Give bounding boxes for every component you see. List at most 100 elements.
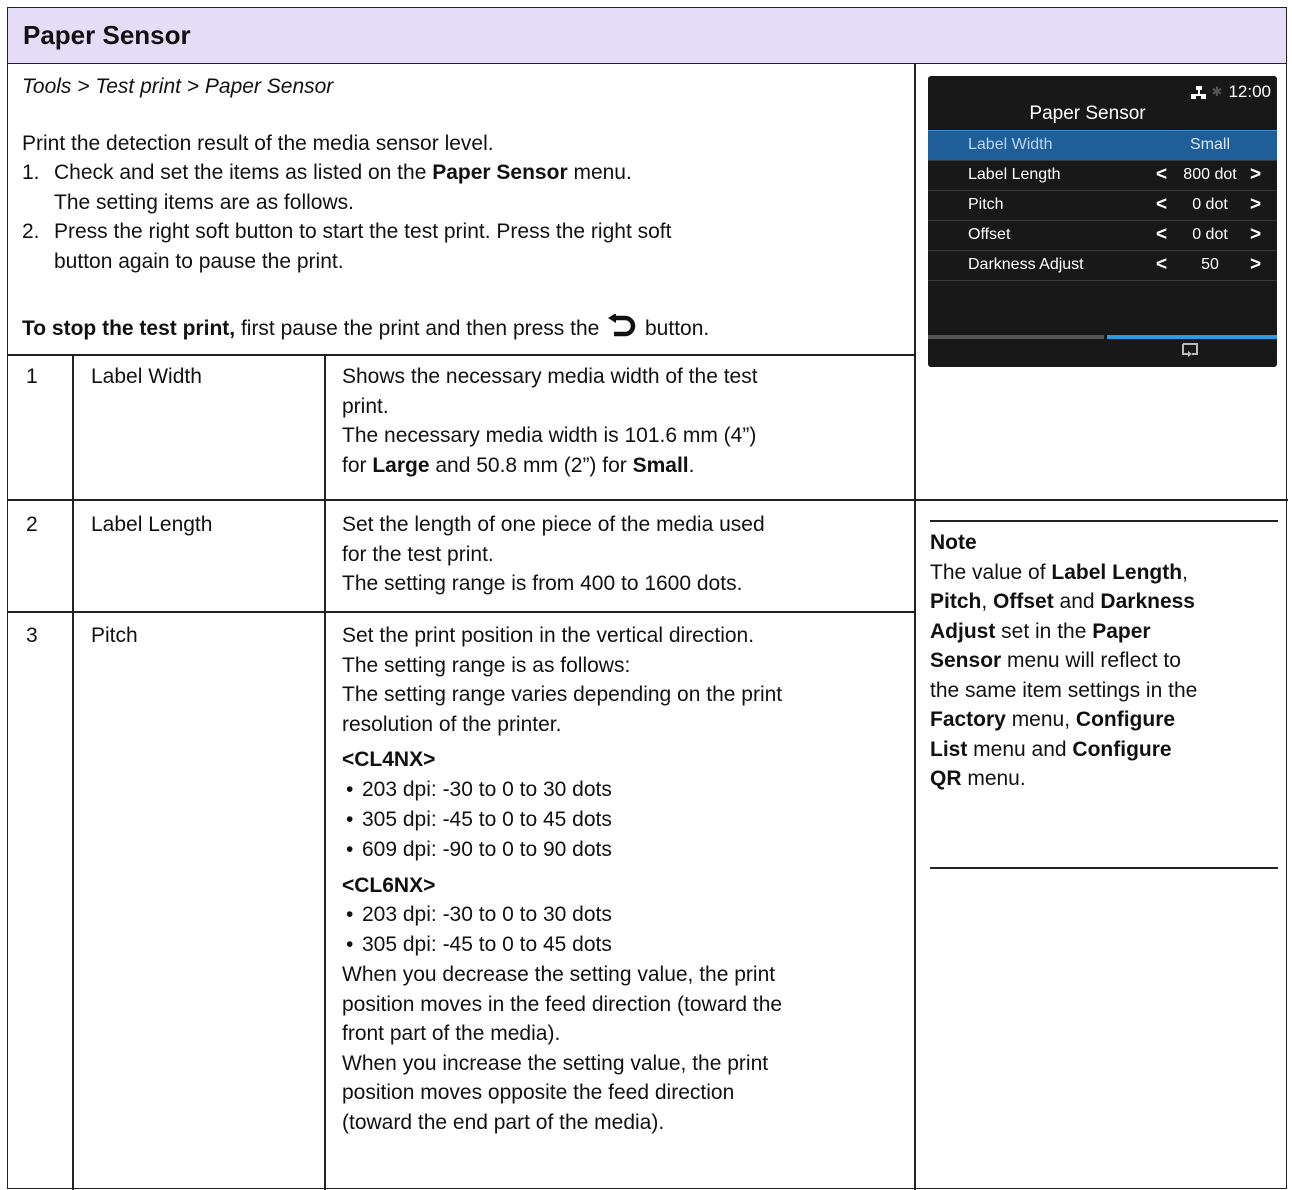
- note-text: set in the: [995, 619, 1093, 643]
- lcd-row-offset[interactable]: Offset < 0 dot >: [928, 220, 1277, 250]
- section-header: Paper Sensor: [8, 8, 1286, 64]
- row-description: Set the print position in the vertical d…: [342, 621, 902, 1137]
- lcd-row-darkness-adjust[interactable]: Darkness Adjust < 50 >: [928, 250, 1277, 281]
- column-divider: [914, 63, 916, 1190]
- table-top-rule: [8, 354, 915, 356]
- row-item-name: Pitch: [91, 624, 138, 647]
- desc-line: The setting range is from 400 to 1600 do…: [342, 572, 743, 595]
- lcd-row-value: 0 dot: [1192, 196, 1228, 213]
- lcd-row-pitch[interactable]: Pitch < 0 dot >: [928, 190, 1277, 220]
- note-line: Adjust set in the Paper: [930, 617, 1280, 647]
- note-bottom-rule: [930, 867, 1278, 869]
- breadcrumb: Tools > Test print > Paper Sensor: [22, 75, 334, 98]
- network-icon: [1190, 85, 1206, 99]
- note-box: Note The value of Label Length, Pitch, O…: [930, 528, 1280, 794]
- note-bold: Sensor: [930, 649, 1002, 672]
- note-heading: Note: [930, 531, 977, 554]
- lcd-row-value: 50: [1201, 256, 1219, 273]
- note-bold: Adjust: [930, 619, 996, 643]
- step-item: 1. Check and set the items as listed on …: [22, 158, 902, 217]
- stop-text: button.: [639, 317, 710, 340]
- dpi-item: 203 dpi: -30 to 0 to 30 dots: [342, 900, 902, 930]
- row-description: Shows the necessary media width of the t…: [342, 362, 902, 480]
- step-text: Press the right soft button to start the…: [54, 220, 672, 243]
- note-bold: Darkness: [1100, 590, 1195, 613]
- chevron-left-icon[interactable]: <: [1156, 194, 1167, 216]
- desc-line: When you increase the setting value, the…: [342, 1051, 769, 1075]
- lcd-row-label: Darkness Adjust: [968, 256, 1084, 273]
- dpi-item: 305 dpi: -45 to 0 to 45 dots: [342, 805, 902, 835]
- lcd-row-label-width[interactable]: Label Width Small: [928, 130, 1277, 160]
- soft-button-right[interactable]: [1107, 335, 1277, 339]
- chevron-left-icon[interactable]: <: [1156, 224, 1167, 246]
- dpi-item: 203 dpi: -30 to 0 to 30 dots: [342, 775, 902, 805]
- desc-bold: Small: [632, 453, 689, 477]
- clock: 12:00: [1228, 82, 1271, 101]
- stop-bold: To stop the test print,: [22, 317, 236, 340]
- chevron-right-icon[interactable]: >: [1250, 164, 1261, 186]
- desc-line: The necessary media width is 101.6 mm (4…: [342, 424, 757, 447]
- note-text: menu.: [961, 767, 1026, 790]
- desc-line: print.: [342, 394, 389, 418]
- note-line: QR menu.: [930, 764, 1280, 794]
- table-col-divider-1: [72, 354, 74, 1190]
- note-bold: Factory: [930, 708, 1006, 731]
- step-number: 2.: [22, 220, 40, 243]
- note-line: The value of Label Length,: [930, 558, 1280, 588]
- row-number: 1: [26, 365, 38, 388]
- note-line: the same item settings in the: [930, 678, 1198, 702]
- note-bold: Pitch: [930, 590, 982, 613]
- test-print-icon: [1182, 343, 1198, 357]
- chevron-right-icon[interactable]: >: [1250, 224, 1261, 246]
- step-bold: Paper Sensor: [432, 161, 568, 184]
- note-bold: QR: [930, 767, 962, 790]
- desc-text: for: [342, 453, 373, 477]
- status-bar: ✱ 12:00: [1190, 82, 1271, 102]
- desc-line: Shows the necessary media width of the t…: [342, 365, 758, 388]
- lcd-row-label-length[interactable]: Label Length < 800 dot >: [928, 160, 1277, 190]
- step-text: The setting items are as follows.: [54, 190, 354, 214]
- step-text: Check and set the items as listed on the: [54, 161, 433, 184]
- row-divider-1: [8, 499, 1288, 501]
- note-text: and: [1053, 590, 1101, 613]
- step-number: 1.: [22, 161, 40, 184]
- stop-instruction: To stop the test print, first pause the …: [22, 313, 710, 344]
- note-bold: Configure: [1072, 737, 1172, 761]
- lcd-title: Paper Sensor: [1029, 103, 1146, 124]
- chevron-left-icon[interactable]: <: [1156, 164, 1167, 186]
- note-text: menu,: [1005, 708, 1076, 731]
- chevron-right-icon[interactable]: >: [1250, 194, 1261, 216]
- dpi-item: 305 dpi: -45 to 0 to 45 dots: [342, 930, 902, 960]
- chevron-right-icon[interactable]: >: [1250, 254, 1261, 276]
- desc-line: Set the print position in the vertical d…: [342, 624, 755, 647]
- section-title: Paper Sensor: [23, 20, 191, 50]
- stop-text: first pause the print and then press the: [235, 317, 606, 340]
- note-bold: Offset: [993, 590, 1054, 613]
- note-line: Sensor menu will reflect to: [930, 646, 1280, 676]
- lcd-row-value: 0 dot: [1192, 226, 1228, 243]
- note-bold: Label Length: [1051, 560, 1183, 584]
- desc-line: The setting range is as follows:: [342, 653, 631, 677]
- step-item: 2. Press the right soft button to start …: [22, 217, 902, 276]
- lcd-row-value: 800 dot: [1183, 166, 1237, 183]
- soft-button-left[interactable]: [928, 335, 1104, 339]
- document-page: Paper Sensor Tools > Test print > Paper …: [7, 7, 1288, 1190]
- step-text: menu.: [567, 161, 632, 184]
- note-text: menu and: [967, 737, 1073, 761]
- row-divider-2: [8, 611, 915, 613]
- soft-button-bar: [928, 335, 1277, 367]
- desc-text: .: [688, 453, 695, 477]
- lcd-row-label: Pitch: [968, 196, 1004, 213]
- desc-line: Set the length of one piece of the media…: [342, 513, 765, 536]
- chevron-left-icon[interactable]: <: [1156, 254, 1167, 276]
- desc-line: position moves in the feed direction (to…: [342, 992, 783, 1016]
- note-text: menu will reflect to: [1001, 649, 1181, 672]
- dpi-list-cl4: 203 dpi: -30 to 0 to 30 dots 305 dpi: -4…: [342, 775, 902, 865]
- row-number: 2: [26, 513, 38, 536]
- desc-bold: Large: [372, 453, 430, 477]
- note-text: ,: [1182, 560, 1188, 584]
- row-number: 3: [26, 624, 38, 647]
- bluetooth-icon: ✱: [1211, 84, 1223, 99]
- desc-line: When you decrease the setting value, the…: [342, 963, 776, 986]
- table-col-divider-2: [324, 354, 326, 1190]
